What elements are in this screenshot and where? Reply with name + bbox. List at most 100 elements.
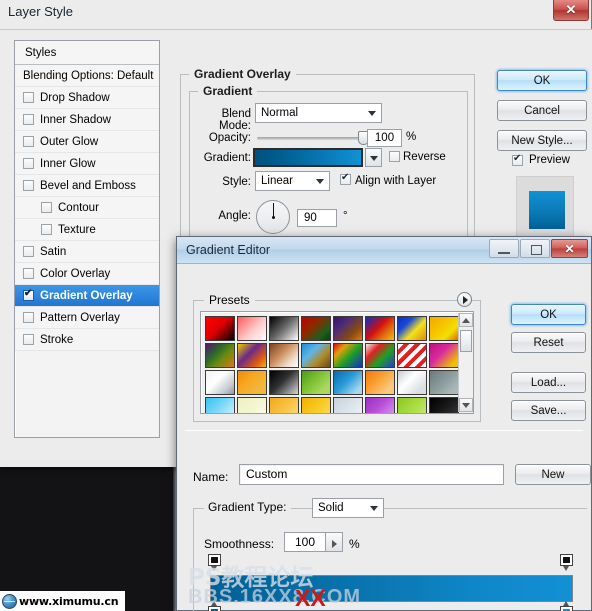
sidebar-item-gradient-overlay[interactable]: Gradient Overlay [15,285,159,307]
checkbox-pattern-overlay[interactable] [23,312,34,323]
preset-swatch[interactable] [269,343,299,368]
preset-swatch[interactable] [333,397,363,413]
preset-swatch[interactable] [237,370,267,395]
style-select[interactable]: Linear [255,171,330,191]
cancel-button[interactable]: Cancel [497,100,587,121]
sidebar-item-pattern-overlay[interactable]: Pattern Overlay [15,307,159,329]
sidebar-item-outer-glow[interactable]: Outer Glow [15,131,159,153]
preset-swatch[interactable] [205,397,235,413]
checkbox-align-with-layer[interactable] [340,172,351,185]
preset-swatch[interactable] [237,397,267,413]
checkbox-reverse[interactable] [389,151,400,162]
sidebar-item-texture[interactable]: Texture [15,219,159,241]
preset-swatch[interactable] [205,316,235,341]
preset-swatch[interactable] [301,370,331,395]
preview-checkbox-row[interactable]: Preview [512,153,570,166]
sidebar-item-stroke[interactable]: Stroke [15,329,159,351]
preset-swatch[interactable] [397,370,427,395]
preset-swatch[interactable] [333,370,363,395]
opacity-stop-right[interactable] [560,554,573,571]
smoothness-spinner-icon[interactable] [326,532,343,552]
preset-swatch[interactable] [365,316,395,341]
opacity-input[interactable]: 100 [367,129,402,147]
sidebar-item-inner-glow[interactable]: Inner Glow [15,153,159,175]
gradient-bar[interactable] [210,575,573,602]
minimize-icon[interactable] [489,239,519,258]
preset-swatch[interactable] [205,343,235,368]
preset-swatch[interactable] [301,397,331,413]
ok-button[interactable]: OK [497,70,587,91]
load-button[interactable]: Load... [511,372,586,393]
gradient-swatch[interactable] [253,148,363,167]
color-stop-right[interactable] [560,601,573,611]
chevron-down-icon [316,179,324,184]
name-input[interactable]: Custom [239,464,504,485]
preset-swatch[interactable] [429,370,459,395]
preset-swatch[interactable] [365,397,395,413]
sidebar-item-drop-shadow[interactable]: Drop Shadow [15,87,159,109]
checkbox-contour[interactable] [41,202,52,213]
angle-dial[interactable] [256,200,290,234]
preset-swatch[interactable] [269,370,299,395]
preset-swatch[interactable] [397,343,427,368]
close-icon[interactable]: ✕ [553,0,589,21]
checkbox-stroke[interactable] [23,334,34,345]
preset-swatch[interactable] [365,370,395,395]
color-stop-right-swatch[interactable] [560,606,573,611]
maximize-icon[interactable] [520,239,550,258]
preset-swatch[interactable] [397,316,427,341]
presets-scrollbar[interactable] [458,313,473,412]
close-icon[interactable]: ✕ [551,239,588,258]
checkbox-inner-shadow[interactable] [23,114,34,125]
checkbox-drop-shadow[interactable] [23,92,34,103]
preset-swatch[interactable] [333,343,363,368]
preset-swatch[interactable] [429,316,459,341]
reset-button[interactable]: Reset [511,332,586,353]
preset-swatch[interactable] [365,343,395,368]
color-stop-left[interactable] [208,601,221,611]
preset-swatch[interactable] [397,397,427,413]
preset-swatch[interactable] [333,316,363,341]
checkbox-bevel-and-emboss[interactable] [23,180,34,191]
checkbox-outer-glow[interactable] [23,136,34,147]
sidebar-item-blending-options[interactable]: Blending Options: Default [15,65,159,87]
scrollbar-thumb[interactable] [460,330,472,352]
sidebar-item-inner-shadow[interactable]: Inner Shadow [15,109,159,131]
checkbox-gradient-overlay[interactable] [23,288,34,301]
preset-swatch[interactable] [429,343,459,368]
new-style-button[interactable]: New Style... [497,130,587,151]
preset-swatch[interactable] [269,316,299,341]
smoothness-input[interactable]: 100 [284,532,326,552]
scroll-up-icon[interactable] [459,313,473,327]
sidebar-item-satin[interactable]: Satin [15,241,159,263]
preset-swatch[interactable] [301,316,331,341]
checkbox-color-overlay[interactable] [23,268,34,279]
preset-swatch[interactable] [301,343,331,368]
save-button[interactable]: Save... [511,400,586,421]
new-button[interactable]: New [515,464,591,485]
checkbox-texture[interactable] [41,224,52,235]
ok-button[interactable]: OK [511,304,586,325]
blend-mode-select[interactable]: Normal [255,103,382,123]
opacity-stop-left[interactable] [208,554,221,571]
preset-swatch[interactable] [237,343,267,368]
presets-menu-icon[interactable] [457,292,472,307]
gradient-type-select[interactable]: Solid [312,498,384,518]
preset-swatch[interactable] [205,370,235,395]
opacity-slider-track[interactable] [257,137,362,140]
gradient-type-value: Solid [318,502,344,514]
angle-input[interactable]: 90 [297,209,337,227]
color-stop-left-swatch[interactable] [208,606,221,611]
sidebar-item-color-overlay[interactable]: Color Overlay [15,263,159,285]
scroll-down-icon[interactable] [459,398,473,412]
presets-list[interactable] [200,311,474,414]
sidebar-item-bevel-and-emboss[interactable]: Bevel and Emboss [15,175,159,197]
checkbox-inner-glow[interactable] [23,158,34,169]
preset-swatch[interactable] [269,397,299,413]
gradient-picker-chevron-icon[interactable] [365,148,382,167]
sidebar-item-contour[interactable]: Contour [15,197,159,219]
preset-swatch[interactable] [237,316,267,341]
checkbox-preview[interactable] [512,153,523,166]
checkbox-satin[interactable] [23,246,34,257]
preset-swatch[interactable] [429,397,459,413]
